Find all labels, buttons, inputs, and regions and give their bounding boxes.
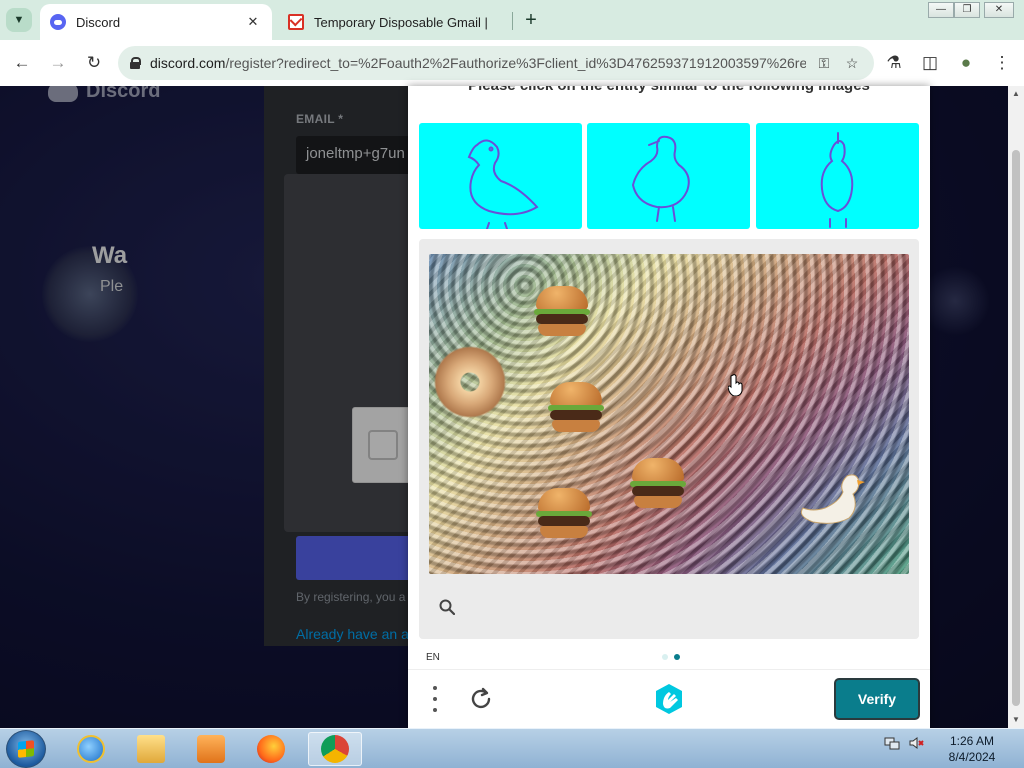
hcaptcha-logo-icon[interactable] — [652, 682, 686, 716]
hcaptcha-challenge: Please click on the entity similar to th… — [408, 86, 930, 728]
reload-icon[interactable]: ↻ — [82, 51, 106, 75]
scroll-down-arrow-icon[interactable]: ▼ — [1008, 712, 1024, 728]
system-tray — [884, 735, 924, 751]
challenge-canvas[interactable] — [429, 254, 909, 574]
duck-sketch-icon — [820, 132, 854, 228]
scrollbar-thumb[interactable] — [1012, 150, 1020, 706]
chevron-down-icon: ▼ — [13, 14, 25, 26]
task-image-area — [419, 239, 919, 639]
media-player-icon — [197, 735, 225, 763]
duck-sketch-icon — [467, 139, 539, 229]
side-panel-icon[interactable]: ◫ — [918, 51, 942, 75]
clock-time: 1:26 AM — [949, 734, 995, 748]
firefox-icon — [257, 735, 285, 763]
page-dot-active — [674, 654, 680, 660]
scroll-up-arrow-icon[interactable]: ▲ — [1008, 86, 1024, 102]
taskbar-ie[interactable] — [64, 732, 118, 766]
canvas-toolbar — [419, 584, 919, 639]
verify-button[interactable]: Verify — [834, 678, 920, 720]
network-icon[interactable] — [884, 735, 900, 751]
minimize-button[interactable]: — — [928, 2, 954, 18]
example-image — [587, 123, 750, 229]
email-label: EMAIL * — [296, 112, 344, 126]
key-icon[interactable]: ⚿ — [814, 55, 834, 72]
pointer-hand-icon — [728, 374, 743, 396]
refresh-icon[interactable] — [468, 686, 494, 712]
clock-date: 8/4/2024 — [948, 750, 996, 764]
hamburger-image[interactable] — [535, 484, 593, 542]
tab-temp-gmail[interactable]: Temporary Disposable Gmail | — [278, 4, 510, 40]
discord-favicon-icon — [50, 14, 66, 30]
donut-image[interactable] — [431, 346, 509, 418]
restore-button[interactable]: ❐ — [954, 2, 980, 18]
planet-decoration — [920, 266, 990, 336]
internet-explorer-icon — [77, 735, 105, 763]
tab-strip: ▼ Discord ✕ Temporary Disposable Gmail |… — [0, 0, 1024, 40]
duck-image[interactable] — [797, 470, 869, 526]
hamburger-image[interactable] — [629, 454, 687, 512]
modal-title: Wa — [92, 242, 128, 269]
start-button[interactable] — [6, 730, 46, 768]
terms-text: By registering, you a — [296, 590, 406, 604]
chrome-icon — [321, 735, 349, 763]
back-arrow-icon[interactable]: ← — [10, 51, 34, 75]
discord-logo: Discord — [48, 86, 160, 103]
tab-title: Temporary Disposable Gmail | — [314, 14, 488, 30]
menu-icon[interactable] — [430, 686, 440, 712]
taskbar-chrome[interactable] — [308, 732, 362, 766]
clock[interactable]: 1:26 AM 8/4/2024 — [934, 733, 1010, 765]
new-tab-button[interactable]: + — [520, 9, 542, 31]
star-icon[interactable]: ☆ — [842, 55, 862, 72]
flask-icon[interactable]: ⚗ — [882, 51, 906, 75]
taskbar: 1:26 AM 8/4/2024 — [0, 728, 1024, 768]
tab-title: Discord — [76, 14, 121, 30]
taskbar-firefox[interactable] — [244, 732, 298, 766]
address-bar[interactable]: discord.com/register?redirect_to=%2Foaut… — [118, 46, 874, 80]
captcha-checkbox[interactable] — [368, 430, 398, 460]
close-window-button[interactable]: ✕ — [984, 2, 1014, 18]
discord-logo-icon — [48, 86, 78, 102]
challenge-prompt: Please click on the entity similar to th… — [408, 86, 930, 94]
example-image — [419, 123, 582, 229]
url-text[interactable]: discord.com/register?redirect_to=%2Foaut… — [150, 55, 806, 71]
volume-muted-icon[interactable] — [908, 735, 924, 751]
taskbar-media-player[interactable] — [184, 732, 238, 766]
page-indicator — [662, 654, 680, 660]
forward-arrow-icon[interactable]: → — [46, 51, 70, 75]
tab-search-button[interactable]: ▼ — [6, 8, 32, 32]
kebab-menu-icon[interactable]: ⋮ — [990, 51, 1014, 75]
tab-divider — [512, 12, 513, 30]
browser-toolbar: ← → ↻ discord.com/register?redirect_to=%… — [0, 40, 1024, 86]
taskbar-explorer[interactable] — [124, 732, 178, 766]
login-link[interactable]: Already have an a — [296, 626, 409, 642]
duck-sketch-icon — [631, 135, 690, 222]
language-selector[interactable]: EN — [426, 652, 440, 663]
close-icon[interactable]: ✕ — [244, 14, 262, 30]
zoom-icon[interactable] — [439, 599, 455, 615]
modal-subtitle: Ple — [100, 278, 124, 295]
tab-discord[interactable]: Discord ✕ — [40, 4, 272, 40]
page-dot — [662, 654, 668, 660]
example-image — [756, 123, 919, 229]
divider — [408, 669, 930, 670]
hamburger-image[interactable] — [533, 282, 591, 340]
hamburger-image[interactable] — [547, 378, 605, 436]
discord-logo-text: Discord — [86, 86, 161, 102]
gmail-favicon-icon — [288, 14, 304, 30]
folder-icon — [137, 735, 165, 763]
page-scrollbar[interactable]: ▲ ▼ — [1008, 86, 1024, 728]
planet-decoration — [42, 246, 138, 342]
profile-icon[interactable]: ● — [954, 51, 978, 75]
lock-icon[interactable] — [130, 57, 141, 69]
